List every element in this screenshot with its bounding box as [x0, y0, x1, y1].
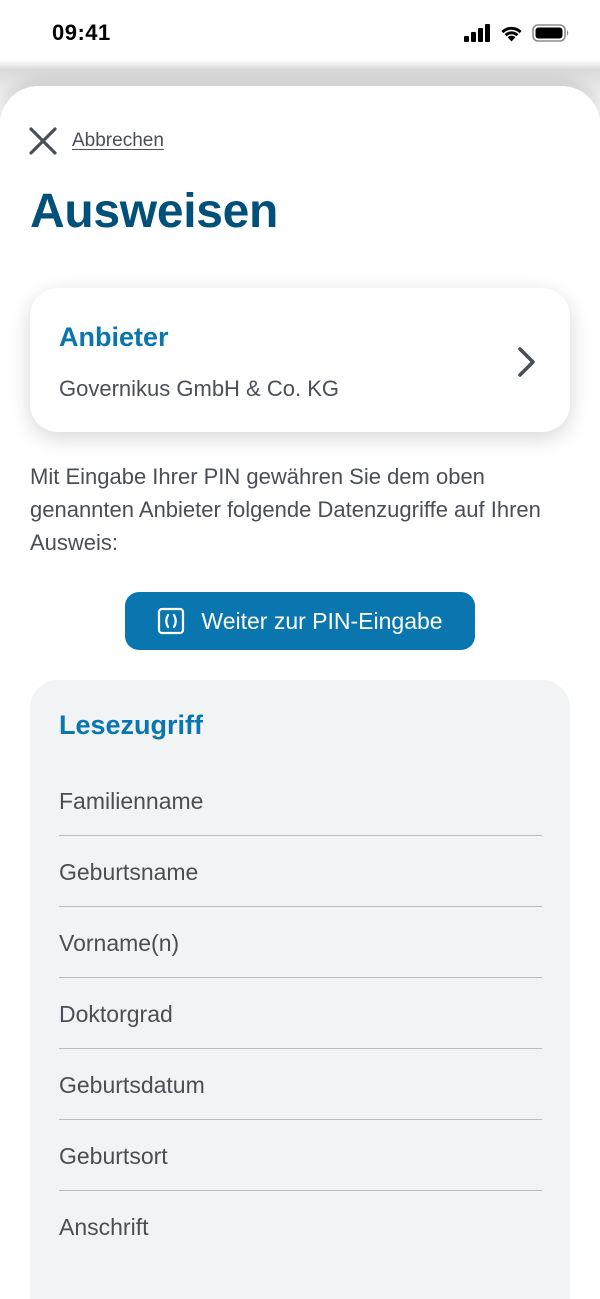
- close-icon[interactable]: [28, 126, 58, 156]
- list-item: Vorname(n): [59, 908, 542, 978]
- list-item: Familienname: [59, 766, 542, 836]
- list-item: Doktorgrad: [59, 979, 542, 1049]
- id-card-icon: [158, 607, 185, 635]
- cancel-label[interactable]: Abbrechen: [72, 130, 164, 152]
- status-icons: [464, 24, 570, 42]
- bottom-sheet: Abbrechen Ausweisen Anbieter Governikus …: [0, 86, 600, 1299]
- list-item: Geburtsort: [59, 1121, 542, 1191]
- read-access-heading: Lesezugriff: [59, 710, 204, 740]
- list-item: Anschrift: [59, 1214, 149, 1240]
- provider-card[interactable]: Anbieter Governikus GmbH & Co. KG: [30, 288, 570, 432]
- chevron-right-icon[interactable]: [516, 346, 536, 378]
- read-access-list: Familienname Geburtsname Vorname(n) Dokt…: [59, 766, 542, 1263]
- cancel-button[interactable]: Abbrechen: [28, 126, 164, 156]
- list-item: Geburtsname: [59, 837, 542, 907]
- provider-name: Governikus GmbH & Co. KG: [59, 376, 339, 401]
- continue-to-pin-label[interactable]: Weiter zur PIN-Eingabe: [201, 608, 442, 635]
- battery-icon: [532, 24, 569, 42]
- provider-heading: Anbieter: [59, 322, 169, 352]
- status-time: 09:41: [52, 20, 111, 45]
- page-title: Ausweisen: [30, 185, 279, 238]
- continue-to-pin-button[interactable]: Weiter zur PIN-Eingabe: [125, 592, 475, 650]
- status-bar: 09:41: [0, 0, 600, 66]
- list-item: Geburtsdatum: [59, 1050, 542, 1120]
- wifi-icon: [501, 26, 522, 42]
- consent-description: Mit Eingabe Ihrer PIN gewähren Sie dem o…: [30, 464, 541, 555]
- cellular-signal-icon: [464, 24, 490, 42]
- read-access-card: Lesezugriff Familienname Geburtsname Vor…: [30, 680, 570, 1299]
